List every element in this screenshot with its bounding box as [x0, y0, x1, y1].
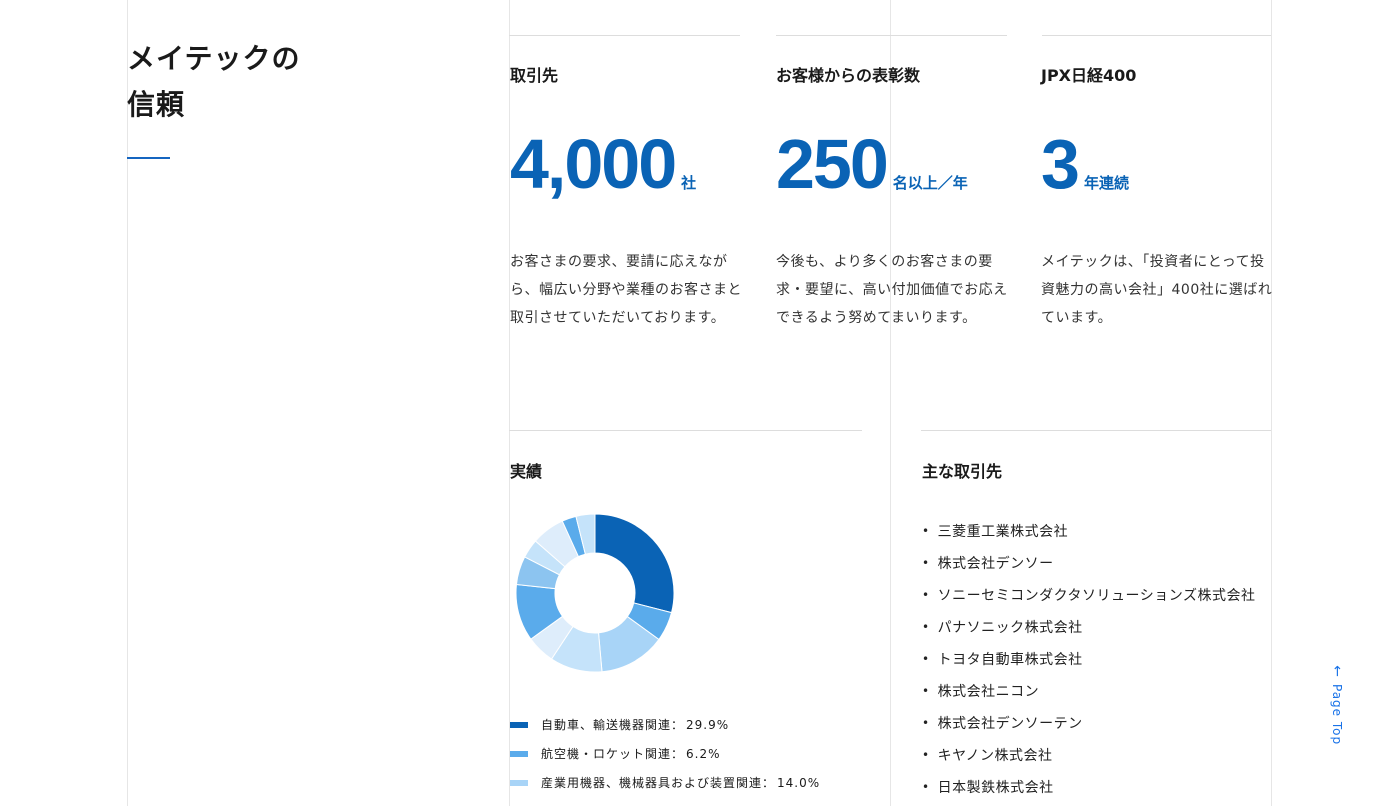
clients-title: 主な取引先: [922, 462, 1003, 481]
legend-label: 産業用機器、機械器具および装置関連: [541, 776, 763, 790]
legend-item: 航空機・ロケット関連： 6.2%: [510, 739, 820, 768]
client-item: 株式会社ニコン: [922, 675, 1255, 707]
client-item: 三菱重工業株式会社: [922, 515, 1255, 547]
section-title-line1: メイテックの: [127, 42, 301, 75]
legend-item: 自動車、輸送機器関連： 29.9%: [510, 710, 820, 739]
stat-unit: 名以上／年: [892, 174, 968, 192]
legend-value: 14.0%: [777, 775, 821, 790]
legend-label: 航空機・ロケット関連: [541, 747, 672, 761]
client-item: トヨタ自動車株式会社: [922, 643, 1255, 675]
stat-description: メイテックは、「投資者にとって投資魅力の高い会社」400社に選ばれています。: [1041, 254, 1273, 326]
legend-separator: ：: [762, 776, 776, 790]
client-list: 三菱重工業株式会社 株式会社デンソー ソニーセミコンダクタソリューションズ株式会…: [922, 515, 1255, 803]
legend-separator: ：: [671, 747, 685, 761]
stat-number: 4,000: [510, 125, 677, 203]
title-accent-line: [127, 157, 170, 159]
grid-line: [890, 0, 891, 806]
client-item: キヤノン株式会社: [922, 739, 1255, 771]
stat-number: 3: [1041, 125, 1080, 203]
divider: [921, 430, 1271, 431]
legend-value: 6.2%: [686, 746, 721, 761]
stat-figure: 4,000 社: [510, 124, 696, 204]
legend-value: 29.9%: [686, 717, 730, 732]
stat-description: 今後も、より多くのお客さまの要求・要望に、高い付加価値でお応えできるよう努めてま…: [776, 254, 1008, 326]
client-item: ソニーセミコンダクタソリューションズ株式会社: [922, 579, 1255, 611]
section-title: メイテックの 信頼: [127, 36, 300, 128]
legend-separator: ：: [671, 718, 685, 732]
legend-swatch: [510, 750, 528, 757]
legend-item: 産業用機器、機械器具および装置関連： 14.0%: [510, 768, 820, 797]
stat-figure: 3 年連続: [1041, 124, 1129, 204]
stat-unit: 社: [681, 174, 697, 192]
client-item: パナソニック株式会社: [922, 611, 1255, 643]
stat-unit: 年連続: [1083, 174, 1129, 192]
client-item: 株式会社デンソーテン: [922, 707, 1255, 739]
divider: [509, 35, 740, 36]
stat-number: 250: [776, 125, 889, 203]
page-top-link[interactable]: ← Page Top: [1328, 664, 1348, 748]
stat-label: 取引先: [510, 66, 559, 85]
divider: [509, 430, 862, 431]
performance-title: 実績: [510, 462, 543, 481]
legend-swatch: [510, 721, 528, 728]
legend-label: 自動車、輸送機器関連: [541, 718, 672, 732]
donut-slice: [594, 513, 675, 614]
industry-donut-chart: [515, 513, 675, 673]
legend-swatch: [510, 779, 528, 786]
divider: [1042, 35, 1271, 36]
grid-line: [509, 0, 510, 806]
stat-figure: 250 名以上／年: [776, 124, 968, 204]
page-top-label: Page Top: [1330, 684, 1344, 746]
client-item: 株式会社デンソー: [922, 547, 1255, 579]
arrow-up-icon: ←: [1328, 665, 1345, 677]
stat-label: JPX日経400: [1041, 66, 1137, 85]
grid-line: [1271, 0, 1272, 806]
chart-legend: 自動車、輸送機器関連： 29.9% 航空機・ロケット関連： 6.2% 産業用機器、機…: [510, 710, 820, 797]
stat-label: お客様からの表彰数: [776, 66, 921, 85]
client-item: 日本製鉄株式会社: [922, 771, 1255, 803]
section-title-line2: 信頼: [127, 88, 186, 121]
divider: [776, 35, 1007, 36]
stat-description: お客さまの要求、要請に応えながら、幅広い分野や業種のお客さまと取引させていただい…: [510, 254, 742, 326]
